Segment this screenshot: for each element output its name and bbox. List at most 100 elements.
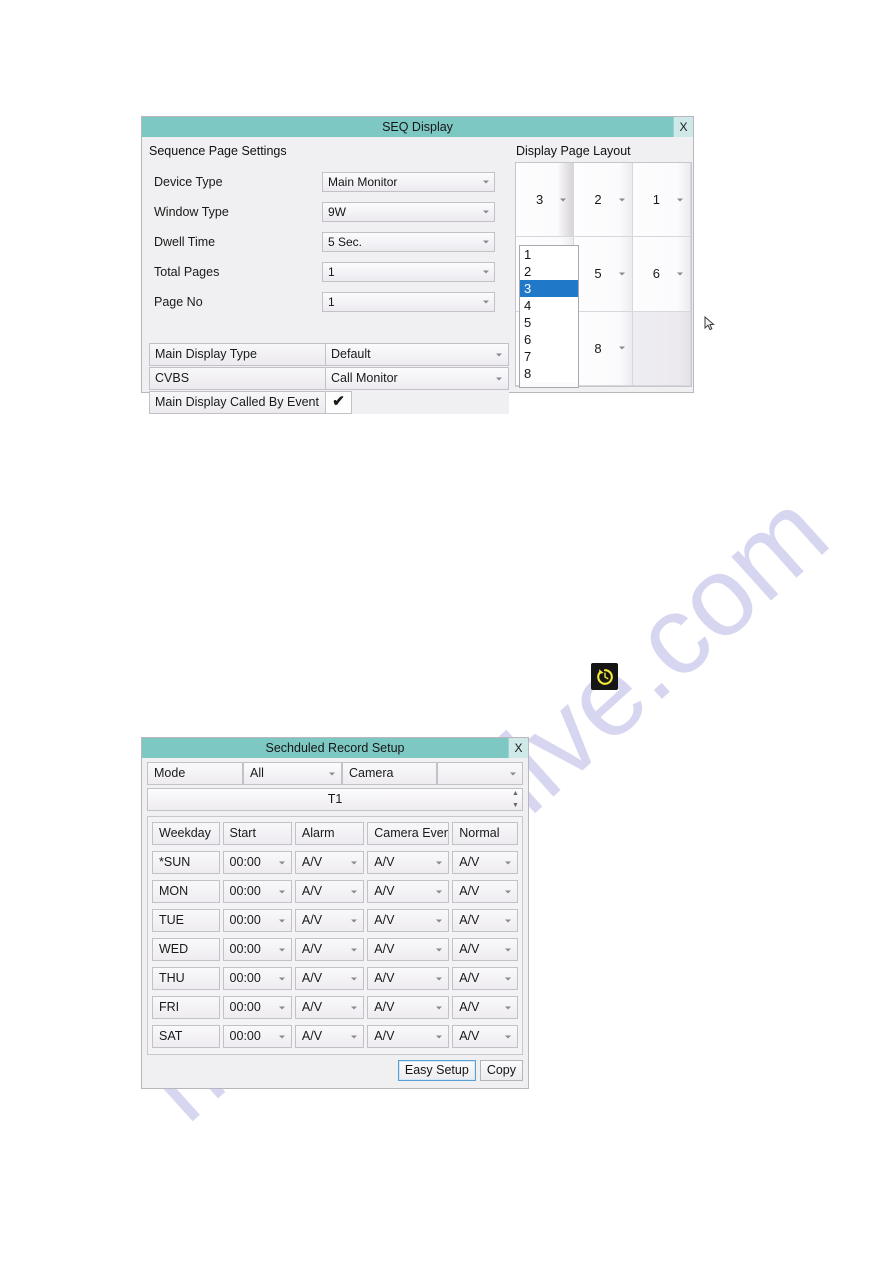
cell-camera-event-value: A/V [374, 1029, 395, 1043]
cell-start-select[interactable]: 00:00 [222, 967, 292, 990]
dropdown-option-2[interactable]: 2 [520, 263, 578, 280]
layout-cell-2[interactable]: 2 [574, 163, 633, 238]
cell-alarm-select[interactable]: A/V [294, 909, 365, 932]
cell-camera-event-select[interactable]: A/V [367, 938, 450, 961]
dropdown-option-3[interactable]: 3 [520, 280, 578, 297]
window-type-select[interactable]: 9W [322, 202, 495, 222]
cell-camera-event-select[interactable]: A/V [367, 880, 450, 903]
cell-normal-select[interactable]: A/V [452, 967, 518, 990]
chevron-down-icon [505, 948, 511, 951]
close-icon[interactable]: X [508, 738, 528, 758]
cell-normal-select[interactable]: A/V [452, 880, 518, 903]
mode-select[interactable]: All [243, 762, 342, 785]
dwell-time-value: 5 Sec. [328, 235, 363, 249]
device-type-label: Device Type [154, 175, 223, 189]
dropdown-option-6[interactable]: 6 [520, 331, 578, 348]
dropdown-option-5[interactable]: 5 [520, 314, 578, 331]
cell-camera-event-select[interactable]: A/V [367, 1025, 450, 1048]
chevron-down-icon [676, 198, 683, 202]
timeline-selector[interactable]: T1 ▲ ▼ [147, 788, 523, 811]
cell-alarm-select[interactable]: A/V [294, 938, 365, 961]
cell-start-value: 00:00 [229, 884, 261, 898]
cvbs-select[interactable]: Call Monitor [326, 367, 509, 390]
cell-camera-event-value: A/V [374, 971, 395, 985]
cell-start-select[interactable]: 00:00 [222, 851, 292, 874]
cvbs-label: CVBS [149, 367, 326, 390]
chevron-down-icon [496, 353, 502, 356]
mode-value: All [250, 766, 264, 780]
dropdown-option-7[interactable]: 7 [520, 348, 578, 365]
cell-normal-select[interactable]: A/V [452, 909, 518, 932]
cell-alarm-select[interactable]: A/V [294, 967, 365, 990]
easy-setup-button[interactable]: Easy Setup [397, 1060, 476, 1081]
sched-dialog-title: Sechduled Record Setup [265, 741, 405, 755]
layout-cell-6[interactable]: 6 [632, 237, 691, 312]
cell-start-select[interactable]: 00:00 [222, 996, 292, 1019]
chevron-down-icon [329, 772, 335, 775]
layout-cell-5[interactable]: 5 [574, 237, 633, 312]
cell-camera-event-select[interactable]: A/V [367, 967, 450, 990]
close-icon[interactable]: X [673, 117, 693, 137]
spinner-up-icon[interactable]: ▲ [512, 790, 519, 797]
chevron-down-icon [351, 1006, 358, 1009]
spinner-buttons[interactable]: ▲ ▼ [511, 790, 520, 809]
layout-cell-3[interactable]: 1 [632, 163, 691, 238]
cell-camera-event-select[interactable]: A/V [367, 996, 450, 1019]
chevron-down-icon [351, 948, 358, 951]
row-total-pages: Total Pages 1 [142, 257, 513, 287]
main-display-called-by-event-checkbox[interactable]: ✔ [326, 391, 352, 414]
chevron-down-icon [510, 772, 516, 775]
cell-camera-event-select[interactable]: A/V [367, 909, 450, 932]
chevron-down-icon [278, 1035, 285, 1038]
total-pages-select[interactable]: 1 [322, 262, 495, 282]
cell-alarm-value: A/V [301, 942, 323, 956]
main-display-type-select[interactable]: Default [326, 343, 509, 366]
chevron-down-icon [618, 198, 625, 202]
scheduled-record-setup-dialog: Sechduled Record Setup X Mode All Camera… [141, 737, 529, 1089]
spinner-down-icon[interactable]: ▼ [512, 802, 519, 809]
layout-cell-1[interactable]: 3 [516, 163, 575, 238]
layout-cell-6-value: 6 [652, 266, 660, 282]
display-page-layout-panel: Display Page Layout 3 2 1 5 6 8 1 2 3 4 … [513, 137, 693, 392]
display-page-layout-grid: 3 2 1 5 6 8 1 2 3 4 5 6 7 8 [515, 162, 692, 388]
dwell-time-select[interactable]: 5 Sec. [322, 232, 495, 252]
page-no-select[interactable]: 1 [322, 292, 495, 312]
chevron-down-icon [436, 919, 443, 922]
dropdown-option-8[interactable]: 8 [520, 365, 578, 382]
dropdown-option-1[interactable]: 1 [520, 246, 578, 263]
cell-start-select[interactable]: 00:00 [222, 880, 292, 903]
sequence-form: Device Type Main Monitor Window Type 9W … [142, 167, 513, 317]
dropdown-option-4[interactable]: 4 [520, 297, 578, 314]
layout-cell-8-value: 8 [594, 340, 602, 356]
table-row: THU 00:00 A/V A/V A/V [152, 967, 518, 990]
cell-weekday: *SUN [152, 851, 220, 874]
chevron-down-icon [676, 272, 683, 276]
cell-normal-select[interactable]: A/V [452, 996, 518, 1019]
cell-alarm-select[interactable]: A/V [294, 1025, 365, 1048]
chevron-down-icon [505, 1006, 511, 1009]
dropdown-footer [520, 382, 578, 387]
device-type-select[interactable]: Main Monitor [322, 172, 495, 192]
copy-button[interactable]: Copy [479, 1060, 523, 1081]
cell-alarm-select[interactable]: A/V [294, 996, 365, 1019]
cell-start-select[interactable]: 00:00 [222, 938, 292, 961]
table-row: *SUN 00:00 A/V A/V A/V [152, 851, 518, 874]
cell-camera-event-select[interactable]: A/V [367, 851, 450, 874]
cell-normal-select[interactable]: A/V [452, 851, 518, 874]
layout-cell-8[interactable]: 8 [574, 311, 633, 386]
chevron-down-icon [505, 861, 511, 864]
row-window-type: Window Type 9W [142, 197, 513, 227]
cell-start-select[interactable]: 00:00 [222, 1025, 292, 1048]
cell-normal-select[interactable]: A/V [452, 1025, 518, 1048]
main-display-called-by-event-label: Main Display Called By Event [149, 391, 326, 414]
cell-normal-select[interactable]: A/V [452, 938, 518, 961]
layout-cell-9[interactable] [632, 311, 691, 386]
cell-start-select[interactable]: 00:00 [222, 909, 292, 932]
sched-dialog-body: Mode All Camera T1 ▲ ▼ Weekday Start Ala… [142, 758, 528, 1088]
sequence-page-settings-panel: Sequence Page Settings Device Type Main … [142, 137, 513, 414]
page-no-label: Page No [154, 295, 203, 309]
cell-alarm-select[interactable]: A/V [294, 880, 365, 903]
camera-select[interactable] [437, 762, 523, 785]
layout-cell-dropdown-list[interactable]: 1 2 3 4 5 6 7 8 [519, 245, 579, 388]
cell-alarm-select[interactable]: A/V [294, 851, 365, 874]
